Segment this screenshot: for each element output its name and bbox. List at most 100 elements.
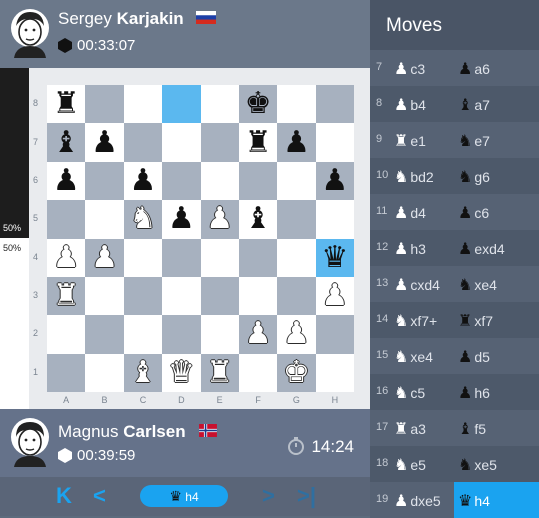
- square-b6[interactable]: [85, 161, 124, 201]
- black-rook-piece[interactable]: ♜: [245, 127, 272, 158]
- square-a7[interactable]: ♝: [47, 123, 86, 162]
- white-move[interactable]: ♟ cxd4: [394, 275, 440, 295]
- white-pawn-piece[interactable]: ♟: [91, 242, 118, 273]
- black-pawn-piece[interactable]: ♟: [53, 165, 80, 196]
- square-e2[interactable]: [200, 315, 239, 354]
- square-h8[interactable]: [315, 85, 354, 124]
- move-row[interactable]: 15 ♞ xe4 ♟ d5: [370, 338, 539, 374]
- move-row[interactable]: 9 ♜ e1 ♞ e7: [370, 122, 539, 158]
- black-move[interactable]: ♞ e7: [458, 131, 490, 151]
- square-b8[interactable]: [85, 85, 124, 124]
- square-e6[interactable]: [200, 161, 239, 201]
- square-b2[interactable]: [85, 315, 124, 354]
- square-f7[interactable]: ♜: [238, 123, 278, 162]
- square-h2[interactable]: [315, 315, 354, 354]
- black-queen-piece[interactable]: ♛: [321, 242, 348, 273]
- move-row[interactable]: 13 ♟ cxd4 ♞ xe4: [370, 266, 539, 302]
- square-b5[interactable]: [85, 200, 124, 239]
- square-g8[interactable]: [277, 85, 316, 124]
- square-a1[interactable]: [47, 353, 86, 392]
- white-move[interactable]: ♟ dxe5: [394, 491, 441, 511]
- square-c5[interactable]: ♞: [123, 200, 163, 239]
- square-g7[interactable]: ♟: [277, 123, 316, 162]
- move-row[interactable]: 14 ♞ xf7+ ♜ xf7: [370, 302, 539, 338]
- black-pawn-piece[interactable]: ♟: [168, 204, 195, 234]
- square-d5[interactable]: ♟: [162, 200, 201, 239]
- white-queen-piece[interactable]: ♛: [168, 357, 195, 388]
- square-d3[interactable]: [162, 276, 201, 316]
- move-row[interactable]: 11 ♟ d4 ♟ c6: [370, 194, 539, 230]
- move-row[interactable]: 8 ♟ b4 ♝ a7: [370, 86, 539, 122]
- white-pawn-piece[interactable]: ♟: [53, 242, 80, 273]
- square-a5[interactable]: [47, 200, 86, 239]
- square-g1[interactable]: ♚: [277, 353, 316, 392]
- square-c8[interactable]: [123, 85, 163, 124]
- square-b1[interactable]: [85, 353, 124, 392]
- square-h3[interactable]: ♟: [315, 276, 354, 316]
- black-move[interactable]: ♞ xe4: [458, 275, 497, 295]
- black-move[interactable]: ♞ g6: [458, 167, 490, 187]
- square-f1[interactable]: [238, 353, 278, 392]
- black-bishop-piece[interactable]: ♝: [245, 204, 272, 234]
- first-move-button[interactable]: K: [56, 484, 72, 508]
- square-f3[interactable]: [238, 276, 278, 316]
- black-move[interactable]: ♝ a7: [458, 95, 490, 115]
- square-d8[interactable]: [162, 85, 201, 124]
- move-row[interactable]: 18 ♞ e5 ♞ xe5: [370, 446, 539, 482]
- square-c6[interactable]: ♟: [123, 161, 163, 201]
- black-move[interactable]: ♟ a6: [458, 59, 490, 79]
- square-h4[interactable]: ♛: [315, 238, 354, 277]
- white-pawn-piece[interactable]: ♟: [206, 204, 233, 234]
- square-e1[interactable]: ♜: [200, 353, 239, 392]
- previous-move-button[interactable]: <: [93, 484, 106, 508]
- white-move[interactable]: ♞ c5: [394, 383, 425, 403]
- square-a8[interactable]: ♜: [47, 85, 86, 124]
- square-d4[interactable]: [162, 238, 201, 277]
- black-pawn-piece[interactable]: ♟: [91, 127, 118, 158]
- white-move[interactable]: ♞ xe4: [394, 347, 433, 367]
- white-move[interactable]: ♞ bd2: [394, 167, 434, 187]
- white-bishop-piece[interactable]: ♝: [129, 357, 156, 388]
- black-move[interactable]: ♛ h4: [458, 491, 490, 511]
- white-knight-piece[interactable]: ♞: [129, 204, 156, 234]
- black-pawn-piece[interactable]: ♟: [129, 165, 156, 196]
- black-pawn-piece[interactable]: ♟: [321, 165, 348, 196]
- move-row[interactable]: 10 ♞ bd2 ♞ g6: [370, 158, 539, 194]
- move-row[interactable]: 17 ♜ a3 ♝ f5: [370, 410, 539, 446]
- square-g4[interactable]: [277, 238, 316, 277]
- black-move[interactable]: ♟ h6: [458, 383, 490, 403]
- square-d1[interactable]: ♛: [162, 353, 201, 392]
- white-rook-piece[interactable]: ♜: [206, 357, 233, 388]
- square-h6[interactable]: ♟: [315, 161, 354, 201]
- square-f6[interactable]: [238, 161, 278, 201]
- square-c4[interactable]: [123, 238, 163, 277]
- square-a4[interactable]: ♟: [47, 238, 86, 277]
- square-c7[interactable]: [123, 123, 163, 162]
- square-d6[interactable]: [162, 161, 201, 201]
- square-c1[interactable]: ♝: [123, 353, 163, 392]
- square-e8[interactable]: [200, 85, 239, 124]
- square-g3[interactable]: [277, 276, 316, 316]
- move-row[interactable]: 12 ♟ h3 ♟ exd4: [370, 230, 539, 266]
- square-h5[interactable]: [315, 200, 354, 239]
- black-bishop-piece[interactable]: ♝: [53, 127, 80, 158]
- black-move[interactable]: ♟ exd4: [458, 239, 505, 259]
- current-move-highlight[interactable]: ♛ h4: [454, 482, 539, 518]
- white-move[interactable]: ♜ a3: [394, 419, 426, 439]
- square-g5[interactable]: [277, 200, 316, 239]
- white-move[interactable]: ♜ e1: [394, 131, 426, 151]
- square-b7[interactable]: ♟: [85, 123, 124, 162]
- square-c2[interactable]: [123, 315, 163, 354]
- square-e3[interactable]: [200, 276, 239, 316]
- white-move[interactable]: ♟ h3: [394, 239, 426, 259]
- square-f2[interactable]: ♟: [238, 315, 278, 354]
- next-move-button[interactable]: >: [262, 484, 275, 508]
- white-move[interactable]: ♟ d4: [394, 203, 426, 223]
- square-a6[interactable]: ♟: [47, 161, 86, 201]
- square-b3[interactable]: [85, 276, 124, 316]
- chessboard[interactable]: ♜ ♚ ♝ ♟ ♜ ♟ ♟ ♟ ♟ ♞ ♟ ♟ ♝ ♟ ♟ ♛ ♜ ♟ ♟ ♟ ♝ ♛ ♜ ♚: [47, 85, 354, 392]
- black-king-piece[interactable]: ♚: [245, 89, 272, 119]
- black-pawn-piece[interactable]: ♟: [283, 127, 310, 158]
- move-row[interactable]: 16 ♞ c5 ♟ h6: [370, 374, 539, 410]
- square-e5[interactable]: ♟: [200, 200, 239, 239]
